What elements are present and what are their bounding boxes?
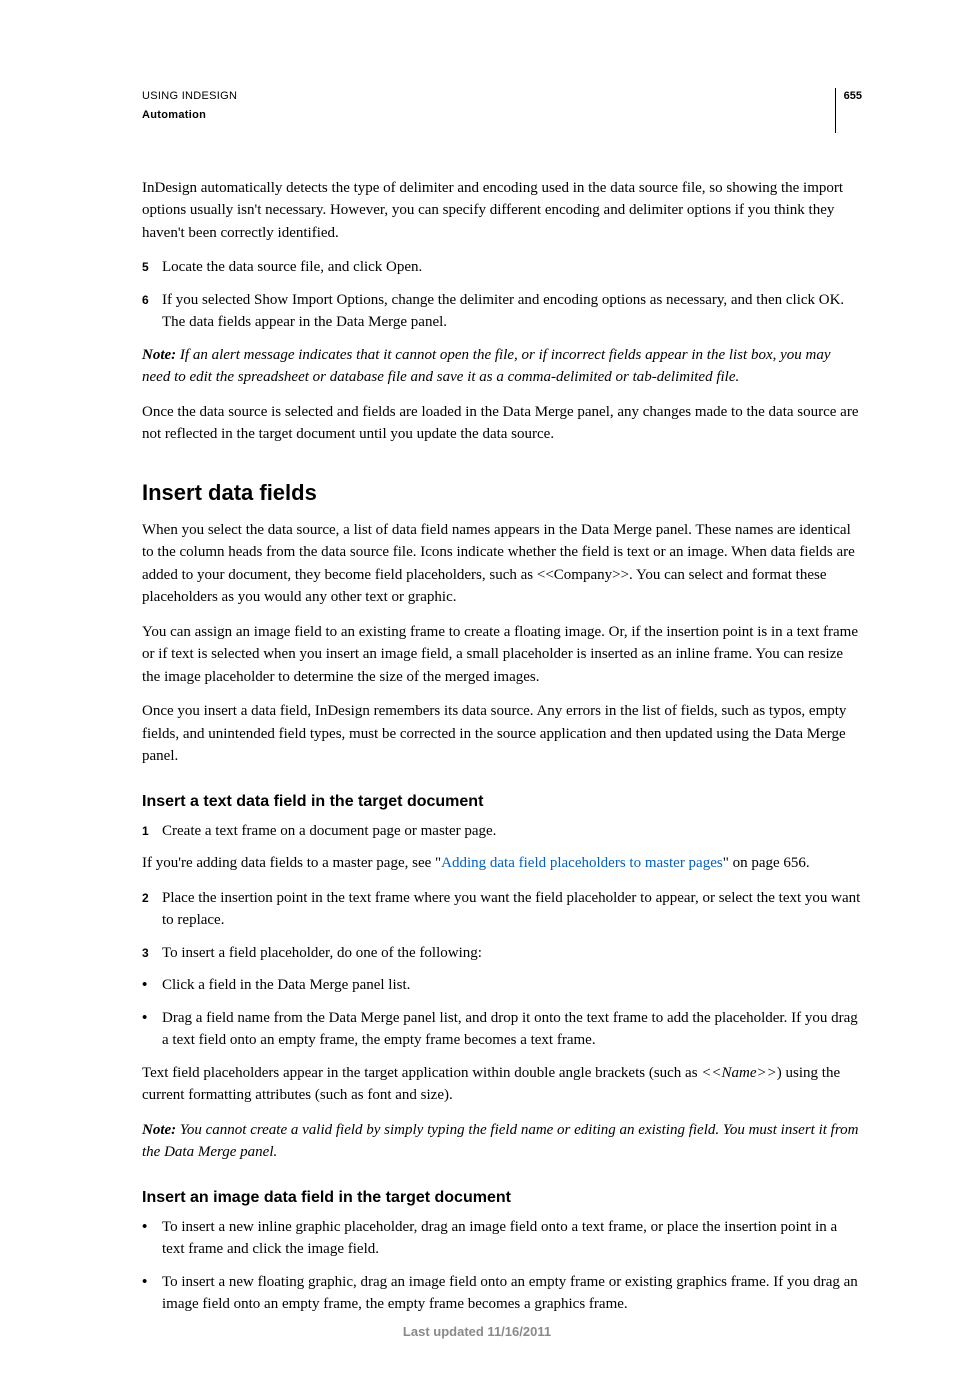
bullet-list: • Click a field in the Data Merge panel … bbox=[142, 974, 862, 1052]
bullet-icon: • bbox=[142, 1216, 162, 1261]
steps-list: 2 Place the insertion point in the text … bbox=[142, 887, 862, 965]
paragraph: Once the data source is selected and fie… bbox=[142, 401, 862, 446]
text-prefix: If you're adding data fields to a master… bbox=[142, 855, 441, 871]
paragraph: Once you insert a data field, InDesign r… bbox=[142, 700, 862, 768]
text-suffix: " on page 656. bbox=[723, 855, 810, 871]
step-text: Place the insertion point in the text fr… bbox=[162, 887, 862, 932]
step-number: 2 bbox=[142, 887, 162, 932]
step-number: 6 bbox=[142, 289, 162, 334]
bullet-icon: • bbox=[142, 1271, 162, 1316]
bullet-text: Drag a field name from the Data Merge pa… bbox=[162, 1007, 862, 1052]
paragraph: You can assign an image field to an exis… bbox=[142, 621, 862, 689]
step-text: Create a text frame on a document page o… bbox=[162, 820, 862, 843]
master-pages-link[interactable]: Adding data field placeholders to master… bbox=[441, 855, 723, 871]
intro-paragraph: InDesign automatically detects the type … bbox=[142, 177, 862, 245]
placeholder-format-paragraph: Text field placeholders appear in the ta… bbox=[142, 1062, 862, 1107]
step-item: 6 If you selected Show Import Options, c… bbox=[142, 289, 862, 334]
doc-title: USING INDESIGN bbox=[142, 88, 237, 105]
bullet-list: • To insert a new inline graphic placeho… bbox=[142, 1216, 862, 1316]
note-paragraph: Note: If an alert message indicates that… bbox=[142, 344, 862, 389]
list-item: • Drag a field name from the Data Merge … bbox=[142, 1007, 862, 1052]
bullet-icon: • bbox=[142, 1007, 162, 1052]
note-paragraph: Note: You cannot create a valid field by… bbox=[142, 1119, 862, 1164]
bullet-icon: • bbox=[142, 974, 162, 997]
steps-list: 5 Locate the data source file, and click… bbox=[142, 256, 862, 334]
step-item: 5 Locate the data source file, and click… bbox=[142, 256, 862, 279]
master-page-note: If you're adding data fields to a master… bbox=[142, 852, 862, 875]
page-header: USING INDESIGN Automation 655 bbox=[142, 88, 862, 133]
bullet-text: Click a field in the Data Merge panel li… bbox=[162, 974, 862, 997]
placeholder-example: <<Name>> bbox=[701, 1065, 776, 1081]
heading-insert-text-field: Insert a text data field in the target d… bbox=[142, 790, 862, 814]
bullet-text: To insert a new inline graphic placehold… bbox=[162, 1216, 862, 1261]
step-item: 1 Create a text frame on a document page… bbox=[142, 820, 862, 843]
step-text: If you selected Show Import Options, cha… bbox=[162, 289, 862, 334]
page-number: 655 bbox=[835, 88, 862, 133]
note-text: You cannot create a valid field by simpl… bbox=[142, 1122, 858, 1161]
doc-section: Automation bbox=[142, 107, 237, 124]
steps-list: 1 Create a text frame on a document page… bbox=[142, 820, 862, 843]
step-item: 3 To insert a field placeholder, do one … bbox=[142, 942, 862, 965]
footer-updated: Last updated 11/16/2011 bbox=[0, 1322, 954, 1342]
note-label: Note: bbox=[142, 347, 176, 363]
note-label: Note: bbox=[142, 1122, 176, 1138]
list-item: • Click a field in the Data Merge panel … bbox=[142, 974, 862, 997]
note-text: If an alert message indicates that it ca… bbox=[142, 347, 831, 386]
step-number: 3 bbox=[142, 942, 162, 965]
text-prefix: Text field placeholders appear in the ta… bbox=[142, 1065, 701, 1081]
step-text: To insert a field placeholder, do one of… bbox=[162, 942, 862, 965]
list-item: • To insert a new inline graphic placeho… bbox=[142, 1216, 862, 1261]
bullet-text: To insert a new floating graphic, drag a… bbox=[162, 1271, 862, 1316]
step-item: 2 Place the insertion point in the text … bbox=[142, 887, 862, 932]
step-number: 5 bbox=[142, 256, 162, 279]
heading-insert-image-field: Insert an image data field in the target… bbox=[142, 1186, 862, 1210]
paragraph: When you select the data source, a list … bbox=[142, 519, 862, 609]
list-item: • To insert a new floating graphic, drag… bbox=[142, 1271, 862, 1316]
heading-insert-data-fields: Insert data fields bbox=[142, 476, 862, 509]
step-text: Locate the data source file, and click O… bbox=[162, 256, 862, 279]
step-number: 1 bbox=[142, 820, 162, 843]
